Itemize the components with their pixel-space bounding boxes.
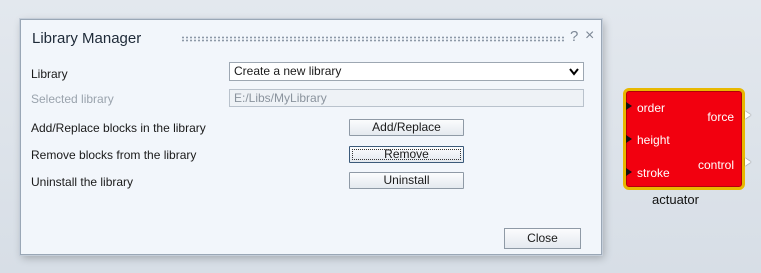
add-replace-button[interactable]: Add/Replace (349, 119, 464, 136)
remove-blocks-label: Remove blocks from the library (31, 148, 197, 162)
remove-button[interactable]: Remove (349, 146, 464, 163)
add-replace-label: Add/Replace blocks in the library (31, 121, 206, 135)
selected-library-field: E:/Libs/MyLibrary (229, 89, 584, 107)
uninstall-label: Uninstall the library (31, 175, 134, 189)
block-name-label: actuator (652, 192, 699, 207)
output-port-force[interactable] (745, 111, 751, 119)
chevron-down-icon[interactable] (567, 64, 581, 79)
library-manager-dialog: Library Manager ? × Library Create a new… (20, 19, 602, 255)
output-port-control[interactable] (745, 158, 751, 166)
actuator-block[interactable]: order height stroke force control (623, 88, 745, 190)
input-port-height[interactable] (626, 135, 632, 143)
close-button-label: Close (527, 231, 558, 245)
input-port-label-order: order (637, 101, 666, 115)
drag-grip[interactable] (181, 36, 565, 42)
close-button[interactable]: Close (504, 228, 581, 249)
library-select-value: Create a new library (234, 64, 342, 78)
focus-ring (352, 149, 461, 160)
close-icon[interactable]: × (585, 27, 594, 45)
dialog-title: Library Manager (32, 30, 142, 47)
output-port-label-force: force (707, 110, 734, 124)
help-icon[interactable]: ? (570, 28, 578, 45)
input-port-order[interactable] (626, 102, 632, 110)
library-select[interactable]: Create a new library (229, 62, 584, 81)
input-port-label-stroke: stroke (637, 166, 670, 180)
input-port-stroke[interactable] (626, 168, 632, 176)
dialog-titlebar[interactable]: Library Manager ? × (21, 20, 601, 56)
selected-library-label: Selected library (31, 92, 114, 106)
library-label: Library (31, 67, 68, 81)
input-port-label-height: height (637, 133, 670, 147)
uninstall-button[interactable]: Uninstall (349, 172, 464, 189)
output-port-label-control: control (697, 158, 734, 172)
